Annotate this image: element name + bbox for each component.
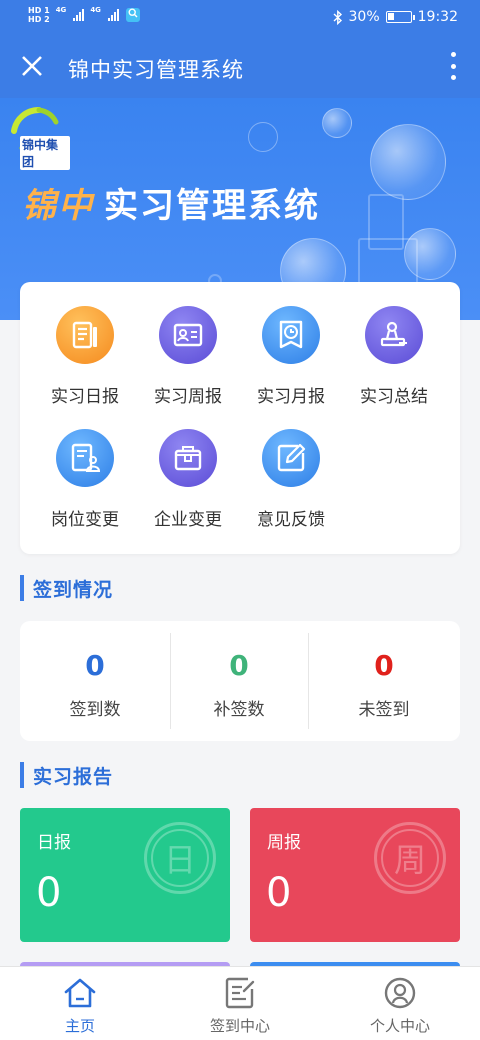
- checkin-icon: [222, 975, 258, 1011]
- menu-item-summary[interactable]: 实习总结: [339, 282, 449, 407]
- stat-value: 0: [374, 649, 394, 682]
- status-bar: HD 1 HD 2 4G 4G 30% 19:32: [0, 0, 480, 36]
- report-title: 周报: [267, 833, 301, 853]
- stamp-char: 日: [151, 829, 209, 887]
- stamp-char: 周: [381, 829, 439, 887]
- bluetooth-icon: [333, 9, 342, 25]
- stat-makeup[interactable]: 0 补签数: [170, 621, 308, 741]
- bubble-decoration: [370, 124, 446, 200]
- nav-label: 签到中心: [209, 1017, 270, 1035]
- search-app-icon: [125, 8, 140, 22]
- week-stamp-icon: 周: [374, 822, 446, 894]
- day-stamp-icon: 日: [144, 822, 216, 894]
- menu-label: 岗位变更: [51, 510, 119, 530]
- menu-label: 实习周报: [154, 387, 222, 407]
- position-change-icon: [56, 429, 114, 487]
- bottom-navigation: 主页 签到中心 个人中心: [0, 966, 480, 1040]
- app-bar: 锦中实习管理系统: [0, 36, 480, 98]
- clock: 19:32: [417, 9, 458, 25]
- company-logo: 锦中集团: [8, 106, 70, 170]
- clock-decoration: [248, 122, 278, 152]
- menu-label: 实习月报: [257, 387, 325, 407]
- hero-accent: 锦中: [22, 186, 94, 226]
- sim2-label: HD 2: [28, 15, 50, 24]
- report-count: 0: [266, 870, 292, 916]
- daily-report-icon: [56, 306, 114, 364]
- hero-title: 锦中 实习管理系统: [22, 178, 320, 227]
- network-type-2: 4G: [90, 6, 101, 14]
- signal-icon-2: [107, 9, 119, 21]
- stat-label: 签到数: [69, 700, 121, 720]
- function-menu: 实习日报 实习周报 实习月报 实习总结 岗位变更 企业变更 意见反馈: [20, 282, 460, 554]
- report-title: 日报: [37, 833, 71, 853]
- sim-indicators: HD 1 HD 2: [28, 6, 50, 24]
- report-count: 0: [36, 870, 62, 916]
- weekly-report-icon: [159, 306, 217, 364]
- nav-profile[interactable]: 个人中心: [320, 967, 480, 1040]
- nav-label: 主页: [64, 1017, 95, 1035]
- stat-value: 0: [229, 649, 249, 682]
- stat-label: 补签数: [213, 700, 265, 720]
- menu-label: 意见反馈: [257, 510, 325, 530]
- nav-home[interactable]: 主页: [0, 967, 160, 1040]
- battery-percent: 30%: [348, 9, 380, 25]
- menu-item-position-change[interactable]: 岗位变更: [30, 405, 140, 530]
- nav-checkin[interactable]: 签到中心: [160, 967, 320, 1040]
- status-bar-left: HD 1 HD 2 4G 4G: [28, 6, 140, 24]
- menu-item-company-change[interactable]: 企业变更: [133, 405, 243, 530]
- menu-item-weekly-report[interactable]: 实习周报: [133, 282, 243, 407]
- status-bar-right: 30% 19:32: [333, 9, 458, 25]
- menu-item-feedback[interactable]: 意见反馈: [236, 405, 346, 530]
- stat-signed[interactable]: 0 签到数: [20, 621, 170, 741]
- menu-label: 实习总结: [360, 387, 428, 407]
- stat-value: 0: [85, 649, 105, 682]
- stat-unsigned[interactable]: 0 未签到: [308, 621, 460, 741]
- close-icon[interactable]: [18, 52, 46, 80]
- feedback-icon: [262, 429, 320, 487]
- menu-item-daily-report[interactable]: 实习日报: [30, 282, 140, 407]
- signin-section-header: 签到情况: [20, 574, 113, 602]
- menu-label: 实习日报: [51, 387, 119, 407]
- section-bar: [20, 575, 24, 601]
- company-change-icon: [159, 429, 217, 487]
- menu-label: 企业变更: [154, 510, 222, 530]
- hero-main: 实习管理系统: [104, 186, 320, 226]
- section-title: 签到情况: [33, 578, 114, 601]
- more-vertical-icon[interactable]: [448, 52, 458, 80]
- signal-icon: [73, 9, 85, 21]
- sim1-label: HD 1: [28, 6, 50, 15]
- daily-report-card[interactable]: 日报 0 日: [20, 808, 230, 942]
- nav-label: 个人中心: [369, 1017, 430, 1035]
- menu-item-monthly-report[interactable]: 实习月报: [236, 282, 346, 407]
- home-icon: [62, 975, 98, 1011]
- section-bar: [20, 762, 24, 788]
- network-type-1: 4G: [55, 6, 67, 14]
- section-title: 实习报告: [33, 765, 114, 788]
- bubble-decoration: [322, 108, 352, 138]
- battery-icon: [385, 11, 415, 23]
- summary-icon: [365, 306, 423, 364]
- monthly-report-icon: [262, 306, 320, 364]
- profile-icon: [382, 975, 418, 1011]
- app-title: 锦中实习管理系统: [68, 58, 244, 82]
- stat-label: 未签到: [358, 700, 410, 720]
- report-section-header: 实习报告: [20, 761, 113, 789]
- weekly-report-card[interactable]: 周报 0 周: [250, 808, 460, 942]
- logo-text: 锦中集团: [20, 136, 70, 170]
- signin-stats-card: 0 签到数 0 补签数 0 未签到: [20, 621, 460, 741]
